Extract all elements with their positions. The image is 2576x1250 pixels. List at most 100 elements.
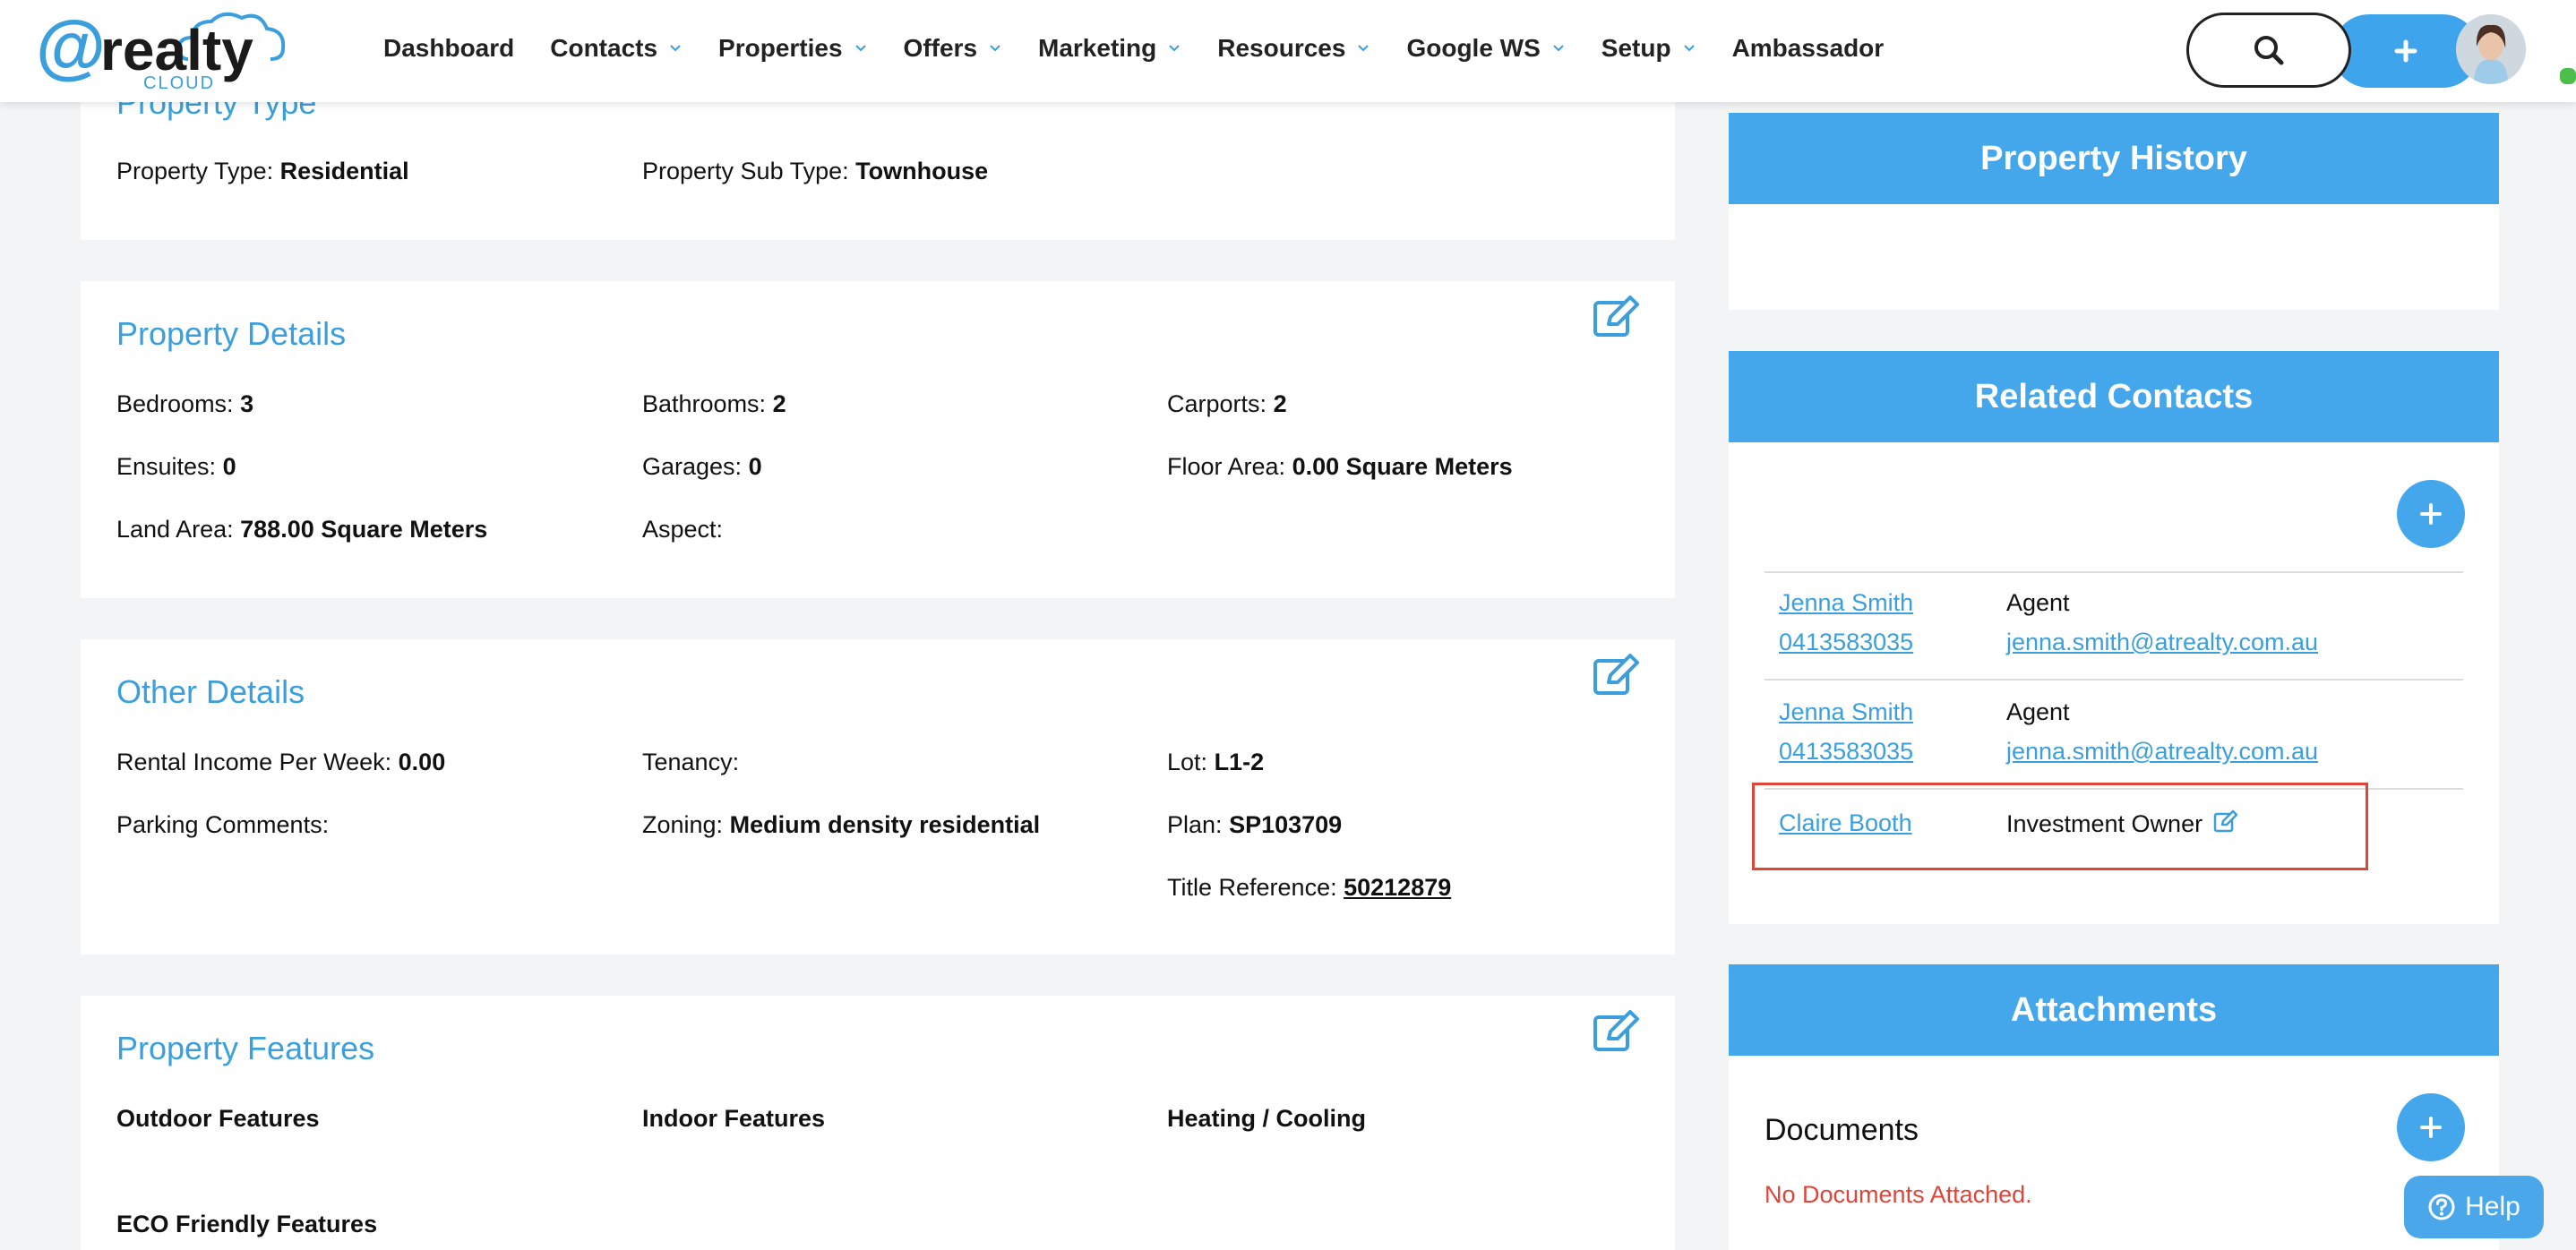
edit-icon[interactable] [1593, 654, 1641, 697]
nav-properties[interactable]: Properties [718, 30, 868, 66]
nav-label: Ambassador [1731, 34, 1885, 62]
property-details-card: Property Details Bedrooms: 3 Bathrooms: … [81, 281, 1675, 598]
zoning-field: Zoning: Medium density residential [642, 811, 1040, 839]
contact-email-link[interactable]: jenna.smith@atrealty.com.au [2006, 738, 2318, 766]
add-document-button[interactable] [2397, 1093, 2465, 1161]
question-circle-icon [2428, 1194, 2455, 1220]
plan-field: Plan: SP103709 [1167, 811, 1342, 839]
section-title: Other Details [116, 673, 305, 710]
parking-comments-field: Parking Comments: [116, 811, 329, 839]
help-button[interactable]: Help [2404, 1176, 2544, 1238]
nav-dashboard[interactable]: Dashboard [383, 30, 514, 66]
contact-role: Agent [2006, 698, 2070, 725]
field-value: 2 [1273, 390, 1287, 417]
field-label: Tenancy: [642, 749, 740, 775]
land-area-field: Land Area: 788.00 Square Meters [116, 516, 487, 544]
carports-field: Carports: 2 [1167, 390, 1287, 418]
property-features-card: Property Features Outdoor Features Indoo… [81, 996, 1675, 1250]
field-value: L1-2 [1214, 749, 1265, 775]
panel-header: Attachments [1729, 964, 2499, 1056]
field-label: Ensuites: [116, 453, 217, 480]
panel-header: Related Contacts [1729, 351, 2499, 442]
divider [1765, 571, 2463, 573]
chevron-down-icon [1358, 45, 1370, 52]
field-label: Title Reference: [1167, 874, 1337, 901]
chevron-down-icon [1683, 45, 1695, 52]
bedrooms-field: Bedrooms: 3 [116, 390, 253, 418]
nav-google-ws[interactable]: Google WS [1406, 30, 1565, 66]
chevron-down-icon [990, 45, 1000, 52]
field-label: Parking Comments: [116, 811, 330, 838]
field-value: Residential [279, 158, 409, 184]
nav-offers[interactable]: Offers [904, 30, 1002, 66]
lot-field: Lot: L1-2 [1167, 749, 1264, 776]
section-title: Property Details [116, 315, 347, 352]
field-label: Carports: [1167, 390, 1267, 417]
nav-label: Resources [1217, 34, 1346, 62]
divider [1765, 679, 2463, 681]
nav-label: Google WS [1406, 34, 1541, 62]
chevron-down-icon [854, 45, 866, 52]
edit-icon[interactable] [2213, 809, 2238, 833]
contact-name-link[interactable]: Jenna Smith [1779, 589, 1913, 617]
field-label: Property Type: [116, 158, 274, 184]
related-contacts-panel: Related Contacts Jenna Smith 0413583035 … [1729, 351, 2499, 924]
logo-subtitle: CLOUD [143, 73, 216, 93]
nav-contacts[interactable]: Contacts [550, 30, 683, 66]
contact-role: Agent [2006, 589, 2070, 616]
user-avatar[interactable] [2456, 14, 2526, 84]
field-label: Lot: [1167, 749, 1208, 775]
nav-ambassador[interactable]: Ambassador [1732, 30, 1885, 66]
section-title: Property Features [116, 1030, 375, 1066]
field-value: 788.00 Square Meters [240, 516, 488, 543]
contact-phone-link[interactable]: 0413583035 [1779, 738, 1913, 766]
property-history-panel: Property History [1729, 113, 2499, 310]
contact-phone-link[interactable]: 0413583035 [1779, 629, 1913, 656]
nav-resources[interactable]: Resources [1217, 30, 1370, 66]
add-contact-button[interactable] [2397, 480, 2465, 548]
search-icon [2254, 36, 2284, 65]
tenancy-field: Tenancy: [642, 749, 739, 776]
nav-label: Properties [718, 34, 843, 62]
chevron-down-icon [670, 45, 681, 52]
online-status-dot [2558, 66, 2576, 86]
nav-marketing[interactable]: Marketing [1038, 30, 1181, 66]
contact-role: Investment Owner [2006, 809, 2238, 838]
field-label: Plan: [1167, 811, 1223, 838]
ensuites-field: Ensuites: 0 [116, 453, 236, 481]
field-label: Aspect: [642, 516, 724, 543]
field-value: Medium density residential [729, 811, 1041, 838]
top-navbar: @ realty CLOUD Dashboard Contacts Proper… [0, 0, 2576, 102]
contact-email-link[interactable]: jenna.smith@atrealty.com.au [2006, 629, 2318, 656]
contact-name-link[interactable]: Claire Booth [1779, 809, 1912, 837]
search-button[interactable] [2186, 13, 2351, 88]
contact-role-text: Investment Owner [2006, 810, 2203, 837]
field-value: Townhouse [855, 158, 989, 184]
field-value: 0.00 [398, 749, 446, 775]
avatar-image [2456, 14, 2526, 84]
realty-cloud-logo[interactable]: @ realty CLOUD [36, 5, 286, 95]
nav-setup[interactable]: Setup [1601, 30, 1696, 66]
floor-area-field: Floor Area: 0.00 Square Meters [1167, 453, 1513, 481]
documents-heading: Documents [1765, 1113, 1919, 1147]
edit-icon[interactable] [1593, 295, 1641, 338]
other-details-card: Other Details Rental Income Per Week: 0.… [81, 639, 1675, 955]
property-type-field: Property Type: Residential [116, 158, 409, 185]
logo-at-sign: @ [36, 6, 107, 86]
contact-name-link[interactable]: Jenna Smith [1779, 698, 1913, 726]
field-label: Property Sub Type: [642, 158, 849, 184]
field-label: Land Area: [116, 516, 234, 543]
bathrooms-field: Bathrooms: 2 [642, 390, 786, 418]
field-label: Bedrooms: [116, 390, 234, 417]
title-reference-link[interactable]: 50212879 [1344, 874, 1451, 901]
chevron-down-icon [1553, 45, 1564, 52]
title-reference-field: Title Reference: 50212879 [1167, 874, 1451, 902]
field-value: SP103709 [1229, 811, 1343, 838]
indoor-features-label: Indoor Features [642, 1105, 826, 1132]
rental-income-field: Rental Income Per Week: 0.00 [116, 749, 445, 776]
edit-icon[interactable] [1593, 1010, 1641, 1053]
field-label: Garages: [642, 453, 743, 480]
nav-label: Contacts [550, 34, 658, 62]
aspect-field: Aspect: [642, 516, 723, 544]
panel-header: Property History [1729, 113, 2499, 204]
